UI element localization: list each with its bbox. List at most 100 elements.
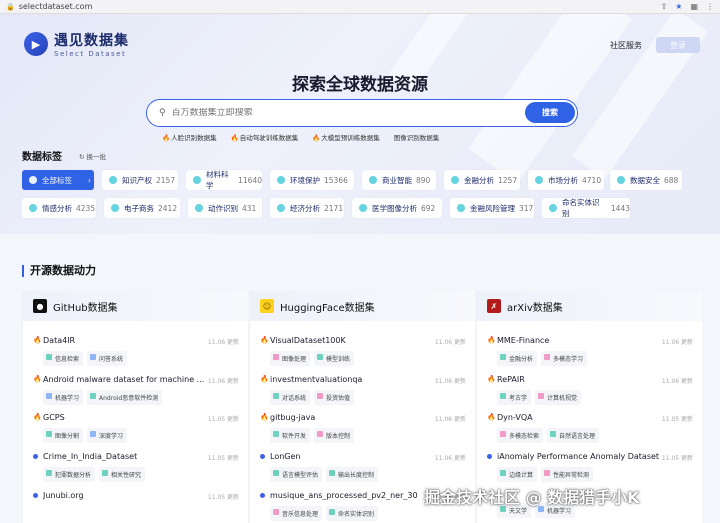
tag-item[interactable]: 金融风险管理 317 bbox=[450, 198, 534, 218]
dataset-item[interactable]: 🔥 MME-Finance 11.06 更新 金融分析 多模态学习 bbox=[477, 336, 703, 374]
dataset-item[interactable]: 🔥 RePAIR 11.06 更新 考古学 计算机视觉 bbox=[477, 375, 703, 413]
tag-chip[interactable]: 软件开发 bbox=[270, 428, 311, 443]
tag-chip[interactable]: 多模态检索 bbox=[497, 428, 544, 443]
tag-all[interactable]: 全部标签 › bbox=[22, 170, 94, 190]
logo-icon: ▶ bbox=[24, 32, 48, 56]
tag-icon bbox=[277, 176, 285, 184]
tag-chip[interactable]: 语言模型评估 bbox=[270, 467, 323, 482]
tag-item[interactable]: 市场分析 4710 bbox=[528, 170, 604, 190]
hot-searches: 🔥人脸识别数据集 🔥自动驾驶训练数据集 🔥大模型预训练数据集 图像识别数据集 bbox=[162, 132, 439, 142]
tag-item[interactable]: 金融分析 1257 bbox=[444, 170, 520, 190]
bullet-icon bbox=[33, 493, 38, 498]
tag-item[interactable]: 电子商务 2412 bbox=[104, 198, 180, 218]
tag-item[interactable]: 医学图像分析 692 bbox=[352, 198, 442, 218]
tag-chip[interactable]: 性能异常检测 bbox=[541, 467, 594, 482]
tag-chip[interactable]: 图像分割 bbox=[43, 428, 84, 443]
extension-icon[interactable]: ▦ bbox=[690, 2, 698, 11]
tags-title: 数据标签 bbox=[22, 152, 62, 163]
tag-chip[interactable]: 信息检索 bbox=[43, 351, 84, 366]
chevron-right-icon: › bbox=[88, 175, 91, 185]
tag-chip[interactable]: 深度学习 bbox=[87, 428, 128, 443]
refresh-icon: ↻ bbox=[79, 153, 85, 161]
tag-chip[interactable]: 计算机视觉 bbox=[535, 390, 582, 405]
hot-search-link[interactable]: 🔥大模型预训练数据集 bbox=[312, 132, 380, 142]
tag-chip[interactable]: 对话系统 bbox=[270, 390, 311, 405]
fire-icon: 🔥 bbox=[260, 413, 269, 421]
hot-search-link[interactable]: 🔥自动驾驶训练数据集 bbox=[231, 132, 299, 142]
hot-search-link[interactable]: 图像识别数据集 bbox=[394, 132, 440, 142]
tag-item[interactable]: 动作识别 431 bbox=[188, 198, 262, 218]
column-header[interactable]: ● GitHub数据集 bbox=[23, 291, 248, 321]
url-text[interactable]: selectdataset.com bbox=[19, 2, 661, 11]
tag-chip[interactable]: Android恶意软件检测 bbox=[87, 390, 163, 405]
tag-chip[interactable]: 版本控制 bbox=[314, 428, 355, 443]
logo-title: 遇见数据集 bbox=[54, 33, 129, 49]
github-icon: ● bbox=[33, 299, 47, 313]
tag-chip[interactable]: 相关性研究 bbox=[99, 467, 146, 482]
arxiv-icon: ✗ bbox=[487, 299, 501, 313]
tag-chip[interactable]: 边缘计算 bbox=[497, 467, 538, 482]
tag-icon bbox=[195, 204, 203, 212]
tag-chip[interactable]: 考古学 bbox=[497, 390, 532, 405]
huggingface-icon: ☺ bbox=[260, 299, 274, 313]
tag-item[interactable]: 商业智能 890 bbox=[362, 170, 436, 190]
tag-item[interactable]: 情感分析 4235 bbox=[22, 198, 96, 218]
tag-chip[interactable]: 投资估值 bbox=[314, 390, 355, 405]
login-button[interactable]: 登录 bbox=[656, 37, 700, 53]
dataset-item[interactable]: 🔥 gitbug-java 11.06 更新 软件开发 版本控制 bbox=[250, 413, 476, 451]
dataset-item[interactable]: 🔥 GCPS 11.05 更新 图像分割 深度学习 bbox=[23, 413, 249, 451]
tag-item[interactable]: 环境保护 15366 bbox=[270, 170, 354, 190]
bullet-icon bbox=[487, 454, 492, 459]
dataset-item[interactable]: Crime_In_India_Dataset 11.05 更新 犯罪数据分析 相关性研… bbox=[23, 452, 249, 490]
dataset-item[interactable]: 🔥 VisualDataset100K 11.06 更新 图像处理 模型训练 bbox=[250, 336, 476, 374]
menu-dots-icon[interactable]: ⋮ bbox=[706, 2, 714, 11]
watermark-text: 掘金技术社区 @ 数据猎手小K bbox=[424, 488, 640, 507]
tag-icon bbox=[535, 176, 543, 184]
tag-item[interactable]: 命名实体识别 1443 bbox=[542, 198, 630, 218]
tag-chip[interactable]: 犯罪数据分析 bbox=[43, 467, 96, 482]
fire-icon: 🔥 bbox=[487, 336, 496, 344]
dataset-item[interactable]: Junubi.org 11.05 更新 bbox=[23, 491, 249, 523]
tag-icon bbox=[193, 176, 201, 184]
tag-item[interactable]: 材料科学 11640 bbox=[186, 170, 262, 190]
tag-chip[interactable]: 自然语言处理 bbox=[547, 428, 600, 443]
fire-icon: 🔥 bbox=[33, 375, 42, 383]
tag-icon bbox=[29, 176, 37, 184]
hero-title: 探索全球数据资源 bbox=[292, 75, 428, 95]
share-icon[interactable]: ⇧ bbox=[661, 2, 668, 11]
search-icon: ⚲ bbox=[159, 108, 166, 118]
tag-item[interactable]: 知识产权 2157 bbox=[102, 170, 178, 190]
bookmark-star-icon[interactable]: ★ bbox=[675, 2, 682, 11]
tag-chip[interactable]: 命名实体识别 bbox=[326, 506, 379, 521]
fire-icon: 🔥 bbox=[312, 134, 321, 142]
refresh-tags-button[interactable]: ↻ 换一批 bbox=[79, 151, 106, 161]
github-column: ● GitHub数据集 🔥 Data4IR 11.06 更新 信息检索 问答系统 🔥 An… bbox=[22, 291, 248, 523]
tag-item[interactable]: 经济分析 2171 bbox=[270, 198, 344, 218]
dataset-item[interactable]: 🔥 investmentvaluationqa 11.06 更新 对话系统 投资估值 bbox=[250, 375, 476, 413]
tag-chip[interactable]: 机器学习 bbox=[43, 390, 84, 405]
column-header[interactable]: ✗ arXiv数据集 bbox=[477, 291, 702, 321]
tag-chip[interactable]: 音乐信息处理 bbox=[270, 506, 323, 521]
column-header[interactable]: ☺ HuggingFace数据集 bbox=[250, 291, 475, 321]
tag-item[interactable]: 数据安全 688 bbox=[610, 170, 682, 190]
tag-icon bbox=[359, 204, 367, 212]
tag-icon bbox=[109, 176, 117, 184]
search-input[interactable] bbox=[171, 108, 577, 118]
tag-chip[interactable]: 多模态学习 bbox=[541, 351, 588, 366]
nav-community-link[interactable]: 社区服务 bbox=[610, 40, 642, 51]
tag-chip[interactable]: 图像处理 bbox=[270, 351, 311, 366]
tag-chip[interactable]: 金融分析 bbox=[497, 351, 538, 366]
dataset-item[interactable]: 🔥 Data4IR 11.06 更新 信息检索 问答系统 bbox=[23, 336, 249, 374]
tag-chip[interactable]: 输出长度控制 bbox=[326, 467, 379, 482]
dataset-item[interactable]: 🔥 Dyn-VQA 11.05 更新 多模态检索 自然语言处理 bbox=[477, 413, 703, 451]
hot-search-link[interactable]: 🔥人脸识别数据集 bbox=[162, 132, 217, 142]
tag-chip[interactable]: 模型训练 bbox=[314, 351, 355, 366]
tag-chip[interactable]: 问答系统 bbox=[87, 351, 128, 366]
fire-icon: 🔥 bbox=[230, 134, 239, 142]
tag-icon bbox=[617, 176, 625, 184]
bullet-icon bbox=[33, 454, 38, 459]
search-button[interactable]: 搜索 bbox=[525, 102, 575, 123]
dataset-item[interactable]: 🔥 Android malware dataset for machine ...… bbox=[23, 375, 249, 413]
site-logo[interactable]: ▶ 遇见数据集 Select Dataset bbox=[24, 30, 129, 58]
search-box: ⚲ 搜索 bbox=[146, 99, 578, 127]
